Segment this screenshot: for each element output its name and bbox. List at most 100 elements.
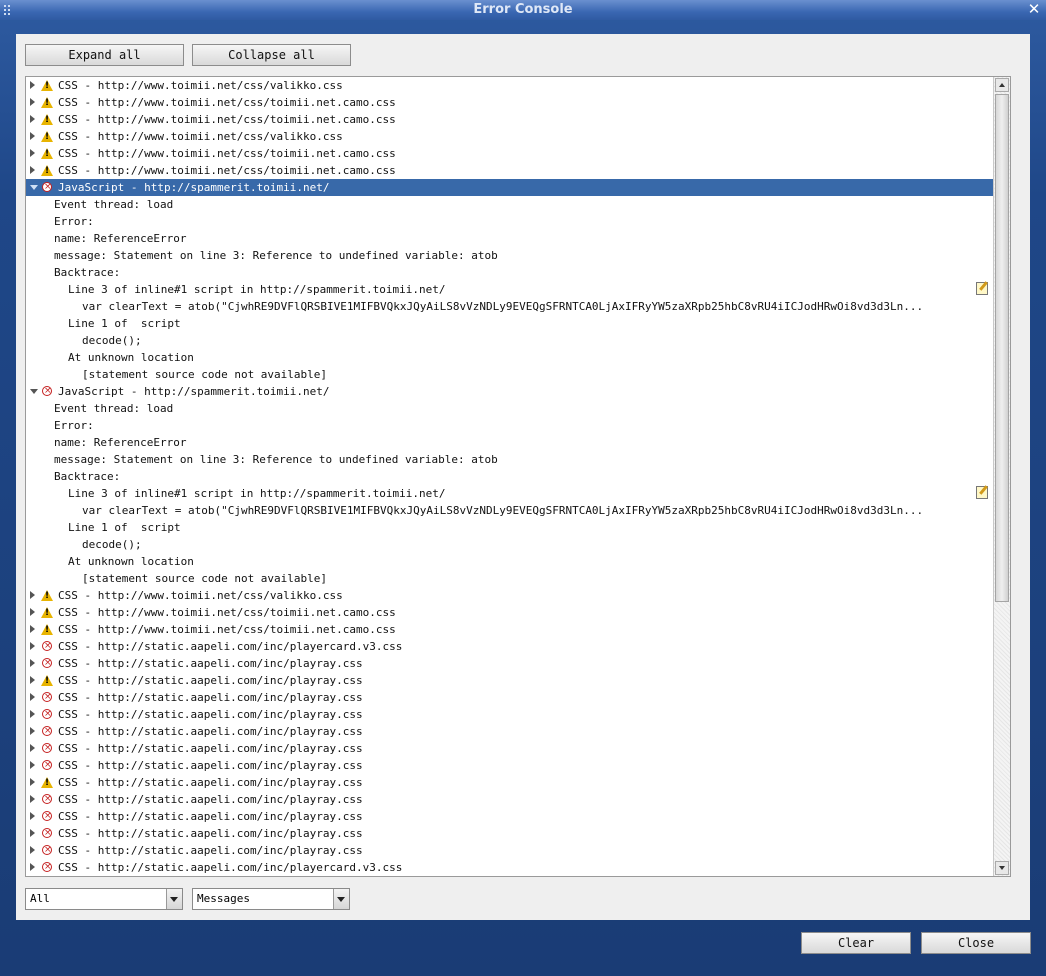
window-close-icon[interactable]: ✕	[1026, 1, 1042, 17]
expand-arrow-icon[interactable]	[30, 149, 35, 157]
list-item[interactable]: ! CSS - http://www.toimii.net/css/toimii.…	[26, 604, 994, 621]
detail-text: Event thread: load	[54, 402, 174, 415]
message-title: CSS - http://www.toimii.net/css/toimii.n…	[58, 164, 396, 177]
edit-source-icon[interactable]	[976, 486, 988, 499]
expand-arrow-icon[interactable]	[30, 693, 35, 701]
collapse-arrow-icon[interactable]	[30, 185, 38, 190]
list-item[interactable]: × CSS - http://static.aapeli.com/inc/play…	[26, 655, 994, 672]
list-item[interactable]: × JavaScript - http://spammerit.toimii.ne…	[26, 383, 994, 400]
chevron-down-icon[interactable]	[333, 889, 349, 909]
expand-arrow-icon[interactable]	[30, 676, 35, 684]
list-item[interactable]: × CSS - http://static.aapeli.com/inc/play…	[26, 842, 994, 859]
detail-line: message: Statement on line 3: Reference …	[26, 451, 994, 468]
expand-arrow-icon[interactable]	[30, 625, 35, 633]
detail-text: decode();	[82, 538, 142, 551]
expand-arrow-icon[interactable]	[30, 846, 35, 854]
clear-button[interactable]: Clear	[801, 932, 911, 954]
detail-text: At unknown location	[68, 351, 194, 364]
warning-triangle-icon: !	[41, 607, 53, 618]
message-title: CSS - http://static.aapeli.com/inc/playr…	[58, 725, 363, 738]
list-item[interactable]: ! CSS - http://static.aapeli.com/inc/play…	[26, 672, 994, 689]
type-filter-select[interactable]: Messages	[192, 888, 350, 910]
list-item[interactable]: ! CSS - http://www.toimii.net/css/toimii.…	[26, 621, 994, 638]
scroll-down-icon[interactable]	[995, 861, 1009, 875]
list-item[interactable]: × CSS - http://static.aapeli.com/inc/play…	[26, 791, 994, 808]
message-title: CSS - http://static.aapeli.com/inc/playe…	[58, 640, 403, 653]
list-item[interactable]: ! CSS - http://static.aapeli.com/inc/play…	[26, 774, 994, 791]
message-title: JavaScript - http://spammerit.toimii.net…	[58, 181, 330, 194]
warning-triangle-icon: !	[41, 624, 53, 635]
expand-arrow-icon[interactable]	[30, 166, 35, 174]
expand-arrow-icon[interactable]	[30, 642, 35, 650]
message-title: CSS - http://www.toimii.net/css/valikko.…	[58, 79, 343, 92]
list-item[interactable]: × CSS - http://static.aapeli.com/inc/play…	[26, 757, 994, 774]
expand-arrow-icon[interactable]	[30, 115, 35, 123]
message-title: CSS - http://static.aapeli.com/inc/playr…	[58, 742, 363, 755]
list-item[interactable]: × CSS - http://static.aapeli.com/inc/play…	[26, 689, 994, 706]
chevron-down-icon[interactable]	[166, 889, 182, 909]
list-item[interactable]: × CSS - http://static.aapeli.com/inc/play…	[26, 859, 994, 876]
detail-text: var clearText = atob("CjwhRE9DVFlQRSBIVE…	[82, 504, 924, 517]
close-button[interactable]: Close	[921, 932, 1031, 954]
expand-arrow-icon[interactable]	[30, 761, 35, 769]
expand-arrow-icon[interactable]	[30, 829, 35, 837]
expand-arrow-icon[interactable]	[30, 795, 35, 803]
message-title: CSS - http://static.aapeli.com/inc/playr…	[58, 759, 363, 772]
detail-line: [statement source code not available]	[26, 366, 994, 383]
list-item[interactable]: ! CSS - http://www.toimii.net/css/toimii.…	[26, 145, 994, 162]
vertical-scrollbar[interactable]	[993, 77, 1010, 876]
error-circle-icon: ×	[42, 386, 52, 396]
expand-arrow-icon[interactable]	[30, 81, 35, 89]
collapse-arrow-icon[interactable]	[30, 389, 38, 394]
expand-arrow-icon[interactable]	[30, 778, 35, 786]
detail-line: message: Statement on line 3: Reference …	[26, 247, 994, 264]
warning-triangle-icon: !	[41, 131, 53, 142]
detail-line: Backtrace:	[26, 468, 994, 485]
list-item[interactable]: × CSS - http://static.aapeli.com/inc/play…	[26, 723, 994, 740]
detail-line: decode();	[26, 332, 994, 349]
message-title: CSS - http://static.aapeli.com/inc/playr…	[58, 793, 363, 806]
detail-text: Event thread: load	[54, 198, 174, 211]
detail-line: Event thread: load	[26, 400, 994, 417]
source-filter-select[interactable]: All	[25, 888, 183, 910]
expand-arrow-icon[interactable]	[30, 812, 35, 820]
list-item[interactable]: × CSS - http://static.aapeli.com/inc/play…	[26, 825, 994, 842]
expand-arrow-icon[interactable]	[30, 132, 35, 140]
expand-arrow-icon[interactable]	[30, 727, 35, 735]
message-list[interactable]: ! CSS - http://www.toimii.net/css/valikko…	[25, 76, 1011, 877]
source-filter-value: All	[30, 892, 50, 905]
error-circle-icon: ×	[42, 845, 52, 855]
list-item[interactable]: × CSS - http://static.aapeli.com/inc/play…	[26, 808, 994, 825]
list-item[interactable]: ! CSS - http://www.toimii.net/css/valikko…	[26, 587, 994, 604]
error-circle-icon: ×	[42, 692, 52, 702]
collapse-all-button[interactable]: Collapse all	[192, 44, 351, 66]
list-item[interactable]: × CSS - http://static.aapeli.com/inc/play…	[26, 740, 994, 757]
detail-text: Line 3 of inline#1 script in http://spam…	[68, 283, 446, 296]
expand-arrow-icon[interactable]	[30, 659, 35, 667]
detail-line: [statement source code not available]	[26, 570, 994, 587]
message-title: CSS - http://static.aapeli.com/inc/playr…	[58, 674, 363, 687]
scroll-up-icon[interactable]	[995, 78, 1009, 92]
list-item[interactable]: ! CSS - http://www.toimii.net/css/valikko…	[26, 128, 994, 145]
expand-all-button[interactable]: Expand all	[25, 44, 184, 66]
list-item[interactable]: × CSS - http://static.aapeli.com/inc/play…	[26, 706, 994, 723]
list-item[interactable]: ! CSS - http://www.toimii.net/css/toimii.…	[26, 111, 994, 128]
expand-arrow-icon[interactable]	[30, 710, 35, 718]
scroll-thumb[interactable]	[995, 94, 1009, 602]
detail-text: name: ReferenceError	[54, 232, 187, 245]
title-bar[interactable]: Error Console ✕	[0, 0, 1046, 20]
expand-arrow-icon[interactable]	[30, 863, 35, 871]
edit-source-icon[interactable]	[976, 282, 988, 295]
message-title: CSS - http://static.aapeli.com/inc/playr…	[58, 844, 363, 857]
expand-arrow-icon[interactable]	[30, 608, 35, 616]
list-item[interactable]: × CSS - http://static.aapeli.com/inc/play…	[26, 638, 994, 655]
expand-arrow-icon[interactable]	[30, 98, 35, 106]
list-item[interactable]: ! CSS - http://www.toimii.net/css/valikko…	[26, 77, 994, 94]
detail-text: name: ReferenceError	[54, 436, 187, 449]
expand-arrow-icon[interactable]	[30, 591, 35, 599]
detail-line: Backtrace:	[26, 264, 994, 281]
expand-arrow-icon[interactable]	[30, 744, 35, 752]
list-item[interactable]: ! CSS - http://www.toimii.net/css/toimii.…	[26, 94, 994, 111]
list-item[interactable]: × JavaScript - http://spammerit.toimii.ne…	[26, 179, 994, 196]
list-item[interactable]: ! CSS - http://www.toimii.net/css/toimii.…	[26, 162, 994, 179]
